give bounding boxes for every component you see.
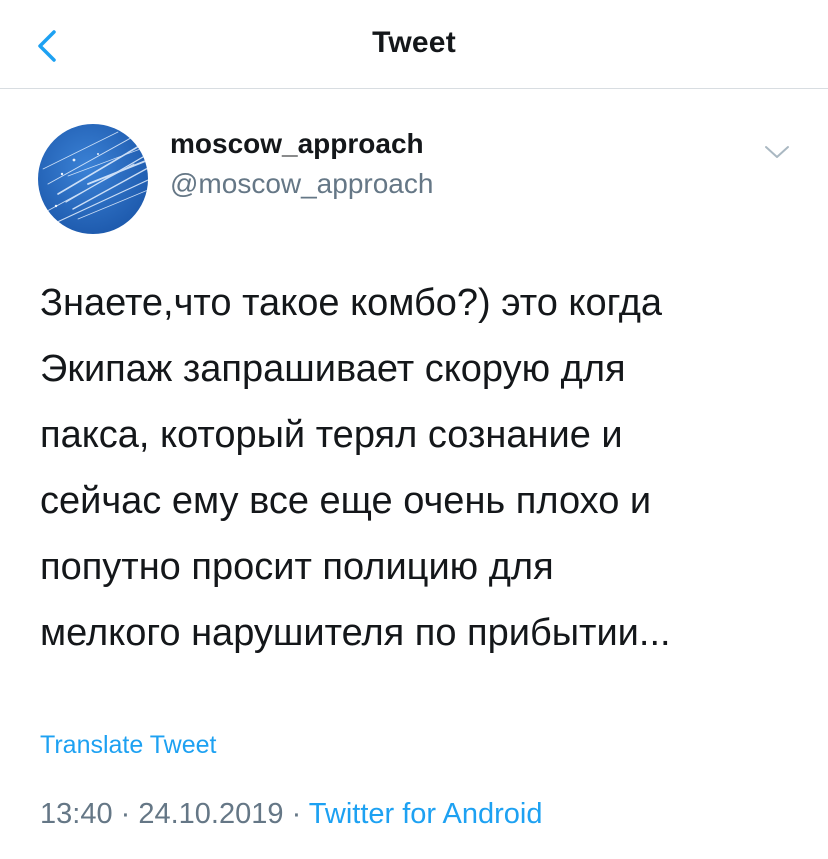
tweet-source-link[interactable]: Twitter for Android	[309, 798, 543, 830]
translate-tweet-link[interactable]: Translate Tweet	[40, 731, 216, 760]
tweet-time: 13:40	[40, 798, 113, 830]
avatar[interactable]	[38, 124, 148, 234]
separator: ·	[283, 798, 309, 830]
tweet-text: Знаете,что такое комбо?) это когда Экипа…	[40, 282, 671, 654]
chevron-down-icon	[765, 146, 789, 158]
user-handle[interactable]: @moscow_approach	[170, 168, 433, 200]
separator: ·	[112, 798, 139, 830]
page-title: Tweet	[372, 26, 456, 59]
display-name[interactable]: moscow_approach	[170, 128, 424, 160]
navigation-bar: Tweet	[0, 0, 828, 89]
tweet-menu-button[interactable]	[762, 140, 792, 164]
tweet-meta: 13:40 · 24.10.2019 · Twitter for Android	[40, 798, 542, 831]
tweet-date: 24.10.2019	[138, 798, 284, 830]
